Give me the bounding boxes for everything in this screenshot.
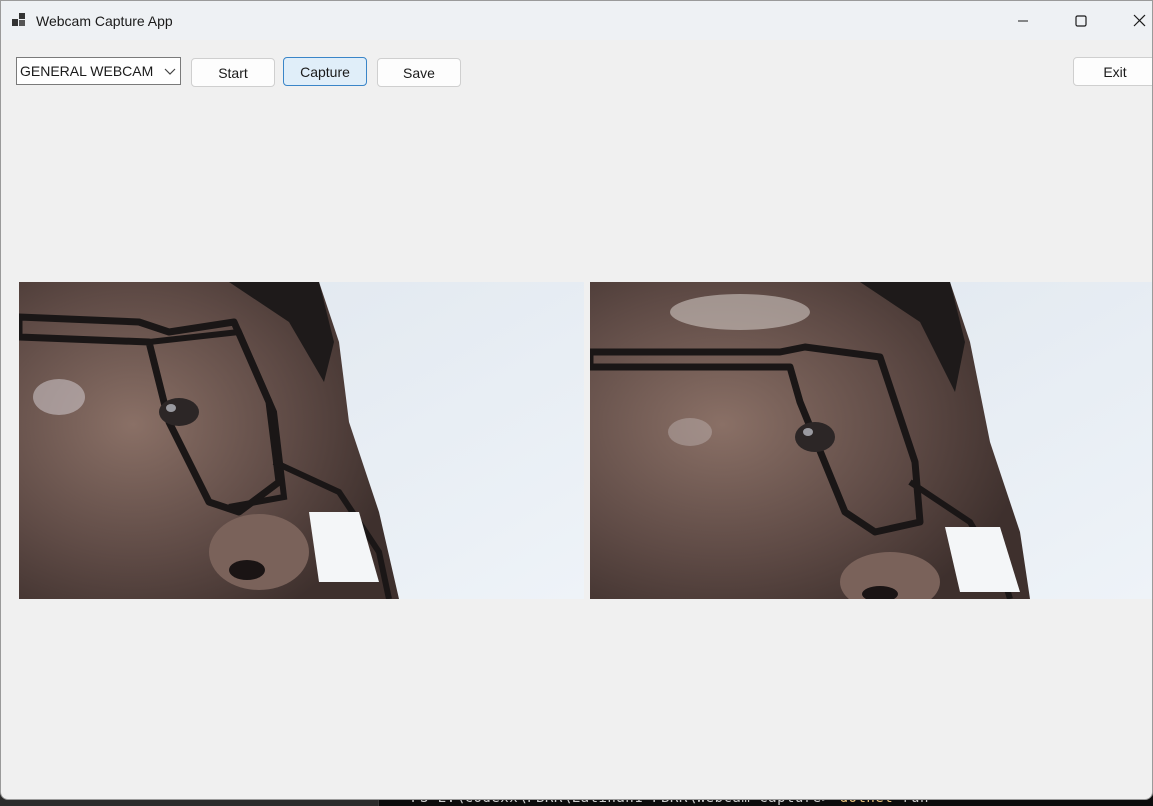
capture-button[interactable]: Capture bbox=[283, 57, 367, 86]
webcam-live-feed bbox=[19, 282, 584, 599]
start-button[interactable]: Start bbox=[191, 58, 275, 87]
minimize-icon bbox=[1018, 20, 1028, 21]
close-icon bbox=[1133, 14, 1145, 27]
app-window: Webcam Capture App GENERAL WEBCAM Start … bbox=[0, 0, 1153, 800]
window-title: Webcam Capture App bbox=[36, 13, 173, 29]
maximize-button[interactable] bbox=[1052, 1, 1110, 40]
app-icon bbox=[12, 13, 25, 26]
exit-button[interactable]: Exit bbox=[1073, 57, 1152, 86]
minimize-button[interactable] bbox=[994, 1, 1052, 40]
title-bar[interactable]: Webcam Capture App bbox=[1, 1, 1152, 40]
chevron-down-icon bbox=[164, 68, 176, 75]
camera-select[interactable]: GENERAL WEBCAM bbox=[16, 57, 181, 85]
save-button[interactable]: Save bbox=[377, 58, 461, 87]
close-button[interactable] bbox=[1110, 1, 1152, 40]
maximize-icon bbox=[1075, 14, 1087, 27]
webcam-captured-image bbox=[590, 282, 1152, 599]
camera-select-value: GENERAL WEBCAM bbox=[20, 63, 154, 79]
